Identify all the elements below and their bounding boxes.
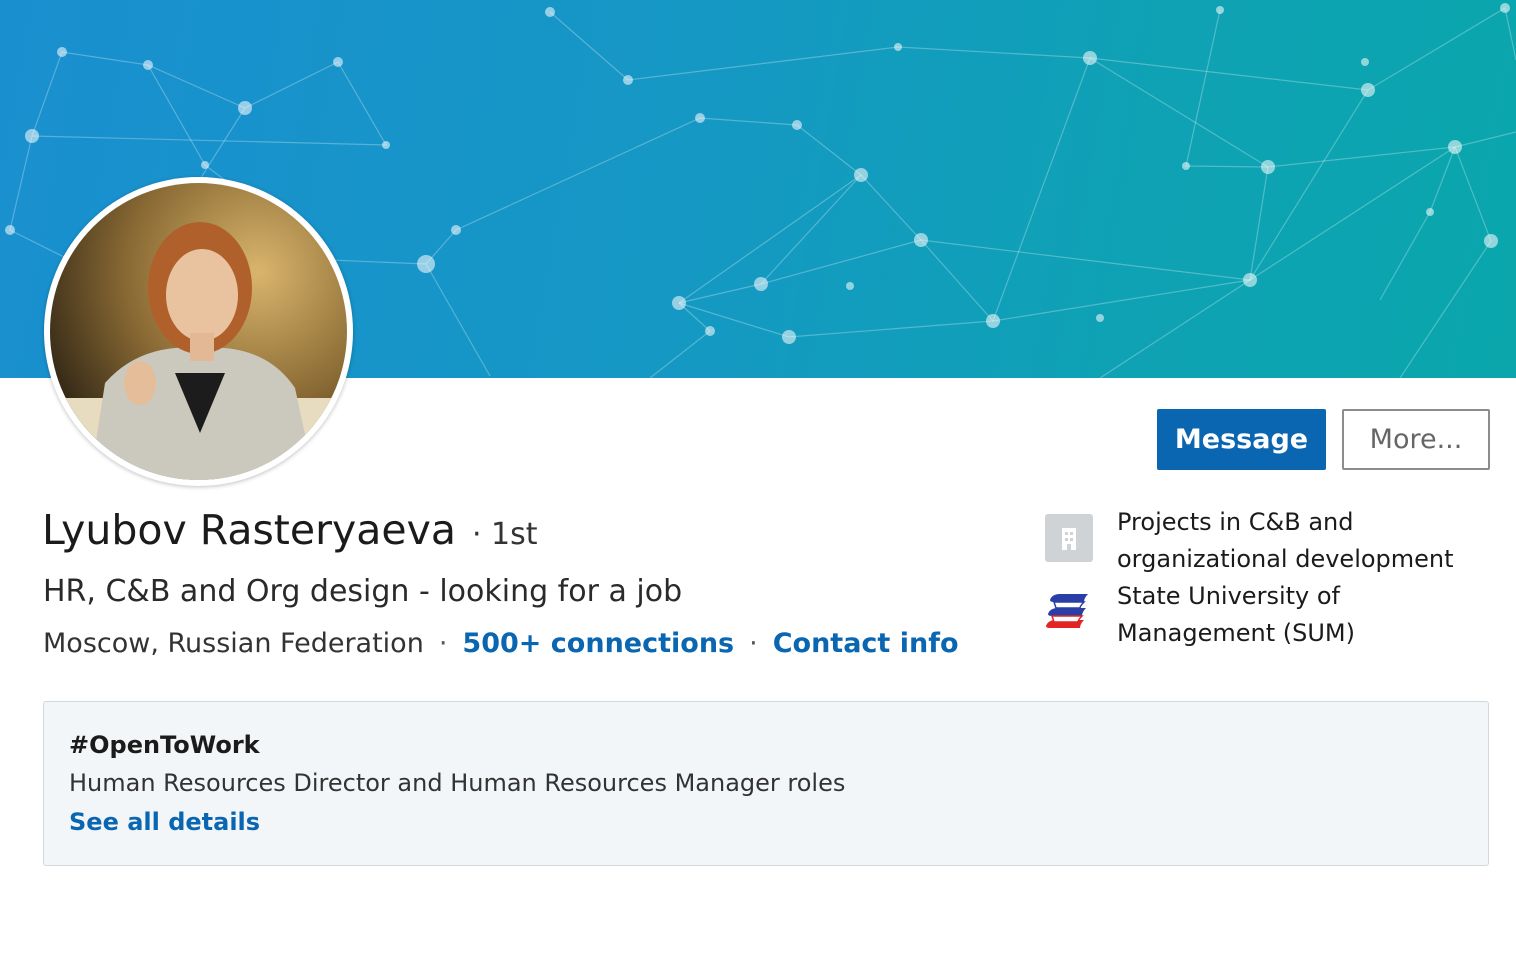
experience-item[interactable]: Projects in C&B and organizational devel…: [1117, 504, 1497, 578]
contact-info-link[interactable]: Contact info: [773, 628, 959, 659]
see-all-details-link[interactable]: See all details: [69, 808, 260, 836]
profile-name: Lyubov Rasteryaeva: [42, 506, 456, 554]
name-row: Lyubov Rasteryaeva · 1st: [42, 506, 538, 554]
experience-title-line1: Projects in C&B and: [1117, 508, 1354, 536]
separator: ·: [438, 628, 448, 659]
open-to-work-card: #OpenToWork Human Resources Director and…: [43, 701, 1489, 866]
open-to-work-title: #OpenToWork: [69, 731, 260, 759]
profile-meta: Moscow, Russian Federation · 500+ connec…: [43, 628, 959, 659]
more-button[interactable]: More...: [1342, 409, 1490, 470]
connection-degree: · 1st: [471, 517, 538, 552]
profile-photo[interactable]: [44, 177, 353, 486]
education-title-line2: Management (SUM): [1117, 619, 1355, 647]
education-title-line1: State University of: [1117, 582, 1340, 610]
message-button[interactable]: Message: [1157, 409, 1326, 470]
profile-location: Moscow, Russian Federation: [43, 628, 424, 659]
separator: ·: [749, 628, 758, 659]
profile-headline: HR, C&B and Org design - looking for a j…: [43, 574, 683, 609]
building-icon[interactable]: [1045, 514, 1093, 562]
education-item[interactable]: State University of Management (SUM): [1117, 578, 1497, 652]
avatar-portrait: [50, 183, 347, 480]
school-logo-icon[interactable]: [1044, 590, 1094, 634]
open-to-work-description: Human Resources Director and Human Resou…: [69, 769, 846, 797]
connections-link[interactable]: 500+ connections: [462, 628, 734, 659]
experience-title-line2: organizational development: [1117, 545, 1454, 573]
